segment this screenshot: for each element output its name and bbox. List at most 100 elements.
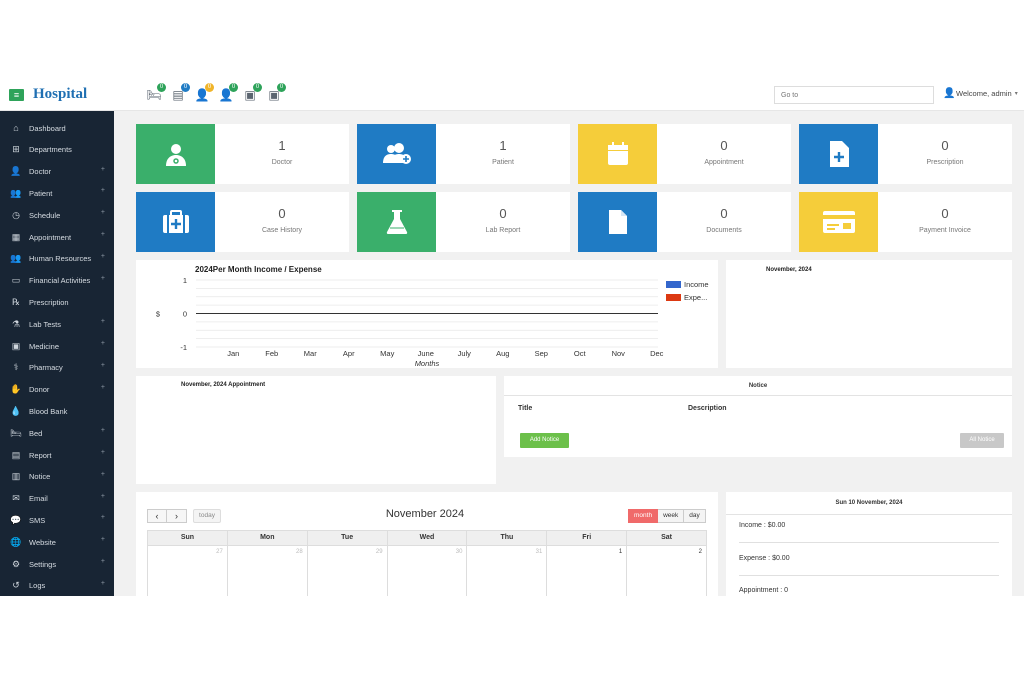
stat-card-case-history[interactable]: 0 Case History	[136, 192, 349, 252]
stat-value: 1	[499, 138, 507, 153]
notice-icon: ▥	[11, 471, 21, 482]
donor-icon: ✋	[10, 384, 22, 395]
stat-value: 1	[278, 138, 286, 153]
appointment-panel-title: November, 2024 Appointment	[181, 382, 266, 388]
income-expense-chart-panel: 2024Per Month Income / Expense 1 0 -1 $ Jan F…	[136, 260, 718, 368]
stat-card-lab-report[interactable]: 0 Lab Report	[357, 192, 570, 252]
stat-label: Prescription	[926, 159, 964, 166]
month-panel: November, 2024	[726, 260, 1012, 368]
sidebar-item-patient[interactable]: 👥 Patient +	[0, 182, 114, 204]
appointment-icon: ▦	[11, 231, 21, 242]
sidebar-item-label: Donor	[29, 385, 50, 395]
sidebar-item-medicine[interactable]: ▣ Medicine +	[0, 335, 114, 357]
stat-card-patient[interactable]: 1 Patient	[357, 124, 570, 184]
doctor-icon: 👤	[10, 166, 22, 177]
notification-badge: 0	[229, 83, 238, 92]
stat-value: 0	[278, 206, 286, 221]
stat-info: 0 Payment Invoice	[878, 192, 1012, 252]
sidebar-item-email[interactable]: ✉ Email +	[0, 488, 114, 510]
calendar-today-button[interactable]: today	[193, 509, 221, 523]
sidebar-item-donor[interactable]: ✋ Donor +	[0, 379, 114, 401]
all-notice-button[interactable]: All Notice	[960, 433, 1004, 448]
sidebar-item-label: Report	[29, 450, 52, 460]
sidebar-item-pharmacy[interactable]: ⚕ Pharmacy +	[0, 357, 114, 379]
calendar-day-cell[interactable]: 1	[547, 546, 628, 596]
stat-card-prescription[interactable]: 0 Prescription	[799, 124, 1012, 184]
sidebar-item-doctor[interactable]: 👤 Doctor +	[0, 161, 114, 183]
sidebar-item-label: Departments	[29, 145, 72, 155]
legend-entry[interactable]: Expe...	[666, 293, 709, 302]
sidebar-item-schedule[interactable]: ◷ Schedule +	[0, 204, 114, 226]
x-tick-label: Sep	[535, 349, 548, 358]
sidebar-item-label: SMS	[29, 515, 46, 525]
expand-plus-icon: +	[100, 165, 105, 173]
sidebar-item-dashboard[interactable]: ⌂ Dashboard	[0, 117, 114, 139]
sidebar-item-financial-activities[interactable]: ▭ Financial Activities +	[0, 270, 114, 292]
patient-icon: 👥	[10, 187, 22, 198]
sidebar-item-settings[interactable]: ⚙ Settings +	[0, 553, 114, 575]
sidebar-item-report[interactable]: ▤ Report +	[0, 444, 114, 466]
calendar-day-cell[interactable]: 28	[228, 546, 308, 596]
sidebar-item-departments[interactable]: ⊞ Departments	[0, 139, 114, 161]
sidebar-item-notice[interactable]: ▥ Notice +	[0, 466, 114, 488]
medicine-icon[interactable]: ▣ 0	[242, 83, 262, 102]
add-notice-button[interactable]: Add Notice	[520, 433, 569, 448]
summary-income: Income : $0.00	[739, 522, 786, 529]
stat-card-doctor[interactable]: 1 Doctor	[136, 124, 349, 184]
departments-icon: ⊞	[12, 144, 20, 155]
human-resources-icon: 👥	[10, 253, 22, 264]
patient-icon[interactable]: 👤 0	[194, 83, 214, 102]
calendar-day-cell[interactable]: 29	[308, 546, 388, 596]
stat-value: 0	[941, 206, 949, 221]
stat-card-documents[interactable]: 0 Documents	[578, 192, 791, 252]
sidebar-item-bed[interactable]: 🛏 Bed +	[0, 422, 114, 444]
calendar-prev-button[interactable]: ‹	[147, 509, 167, 523]
patient-add-icon	[357, 124, 436, 184]
calendar-view-week-button[interactable]: week	[658, 509, 685, 523]
stat-card-payment-invoice[interactable]: 0 Payment Invoice	[799, 192, 1012, 252]
bed-icon[interactable]: 🛏 0	[146, 83, 166, 102]
sidebar-item-human-resources[interactable]: 👥 Human Resources +	[0, 248, 114, 270]
sidebar-item-lab-tests[interactable]: ⚗ Lab Tests +	[0, 313, 114, 335]
calendar-view-month-button[interactable]: month	[628, 509, 659, 523]
calendar-view-day-button[interactable]: day	[684, 509, 706, 523]
menu-toggle-button[interactable]: ≡	[9, 89, 24, 101]
expand-plus-icon: +	[100, 492, 105, 500]
weekday-header: Tue	[308, 531, 388, 545]
financial-activities-icon: ▭	[11, 275, 21, 286]
sidebar-item-website[interactable]: 🌐 Website +	[0, 531, 114, 553]
lab-icon[interactable]: ▣ 0	[266, 83, 286, 102]
notice-panel: Notice Title Description Add Notice All …	[504, 376, 1012, 457]
calendar-nav: ‹ ›	[147, 509, 187, 523]
brand-logo[interactable]: Hospital	[33, 86, 87, 103]
sidebar-item-logs[interactable]: ↺ Logs +	[0, 575, 114, 596]
doctor-icon[interactable]: 👤 0	[218, 83, 238, 102]
calendar-next-button[interactable]: ›	[167, 509, 187, 523]
expand-plus-icon: +	[100, 449, 105, 456]
weekday-header: Sun	[148, 531, 228, 545]
sidebar-item-label: Doctor	[29, 167, 52, 177]
income-expense-chart: 1 0 -1 $ Jan Feb Mar Apr May June July Aug Sep Oct Nov…	[156, 276, 664, 368]
user-menu[interactable]: 👤 Welcome, admin ▾	[943, 88, 1018, 99]
expand-plus-icon: +	[100, 187, 105, 195]
sidebar-item-prescription[interactable]: ℞ Prescription	[0, 291, 114, 313]
calendar-day-cell[interactable]: 2	[627, 546, 708, 596]
invoice-icon[interactable]: ▤ 0	[170, 83, 190, 102]
stat-card-appointment[interactable]: 0 Appointment	[578, 124, 791, 184]
appointment-panel: November, 2024 Appointment	[136, 376, 496, 484]
legend-entry[interactable]: Income	[666, 280, 709, 289]
goto-search-input[interactable]	[774, 86, 934, 104]
sidebar-item-label: Logs	[29, 581, 46, 591]
calendar-day-cell[interactable]: 30	[388, 546, 468, 596]
sidebar-item-blood-bank[interactable]: 💧 Blood Bank	[0, 400, 114, 422]
notification-badge: 0	[277, 83, 286, 92]
expand-plus-icon: +	[100, 579, 105, 587]
sidebar-item-appointment[interactable]: ▦ Appointment +	[0, 226, 114, 248]
notice-col-description: Description	[688, 405, 727, 412]
x-tick-label: Feb	[265, 349, 278, 358]
blood-bank-icon: 💧	[10, 405, 22, 416]
sidebar-item-sms[interactable]: 💬 SMS +	[0, 509, 114, 531]
calendar-day-cell[interactable]: 31	[467, 546, 548, 596]
calendar-day-cell[interactable]: 27	[148, 546, 228, 596]
x-tick-label: Dec	[650, 349, 664, 358]
